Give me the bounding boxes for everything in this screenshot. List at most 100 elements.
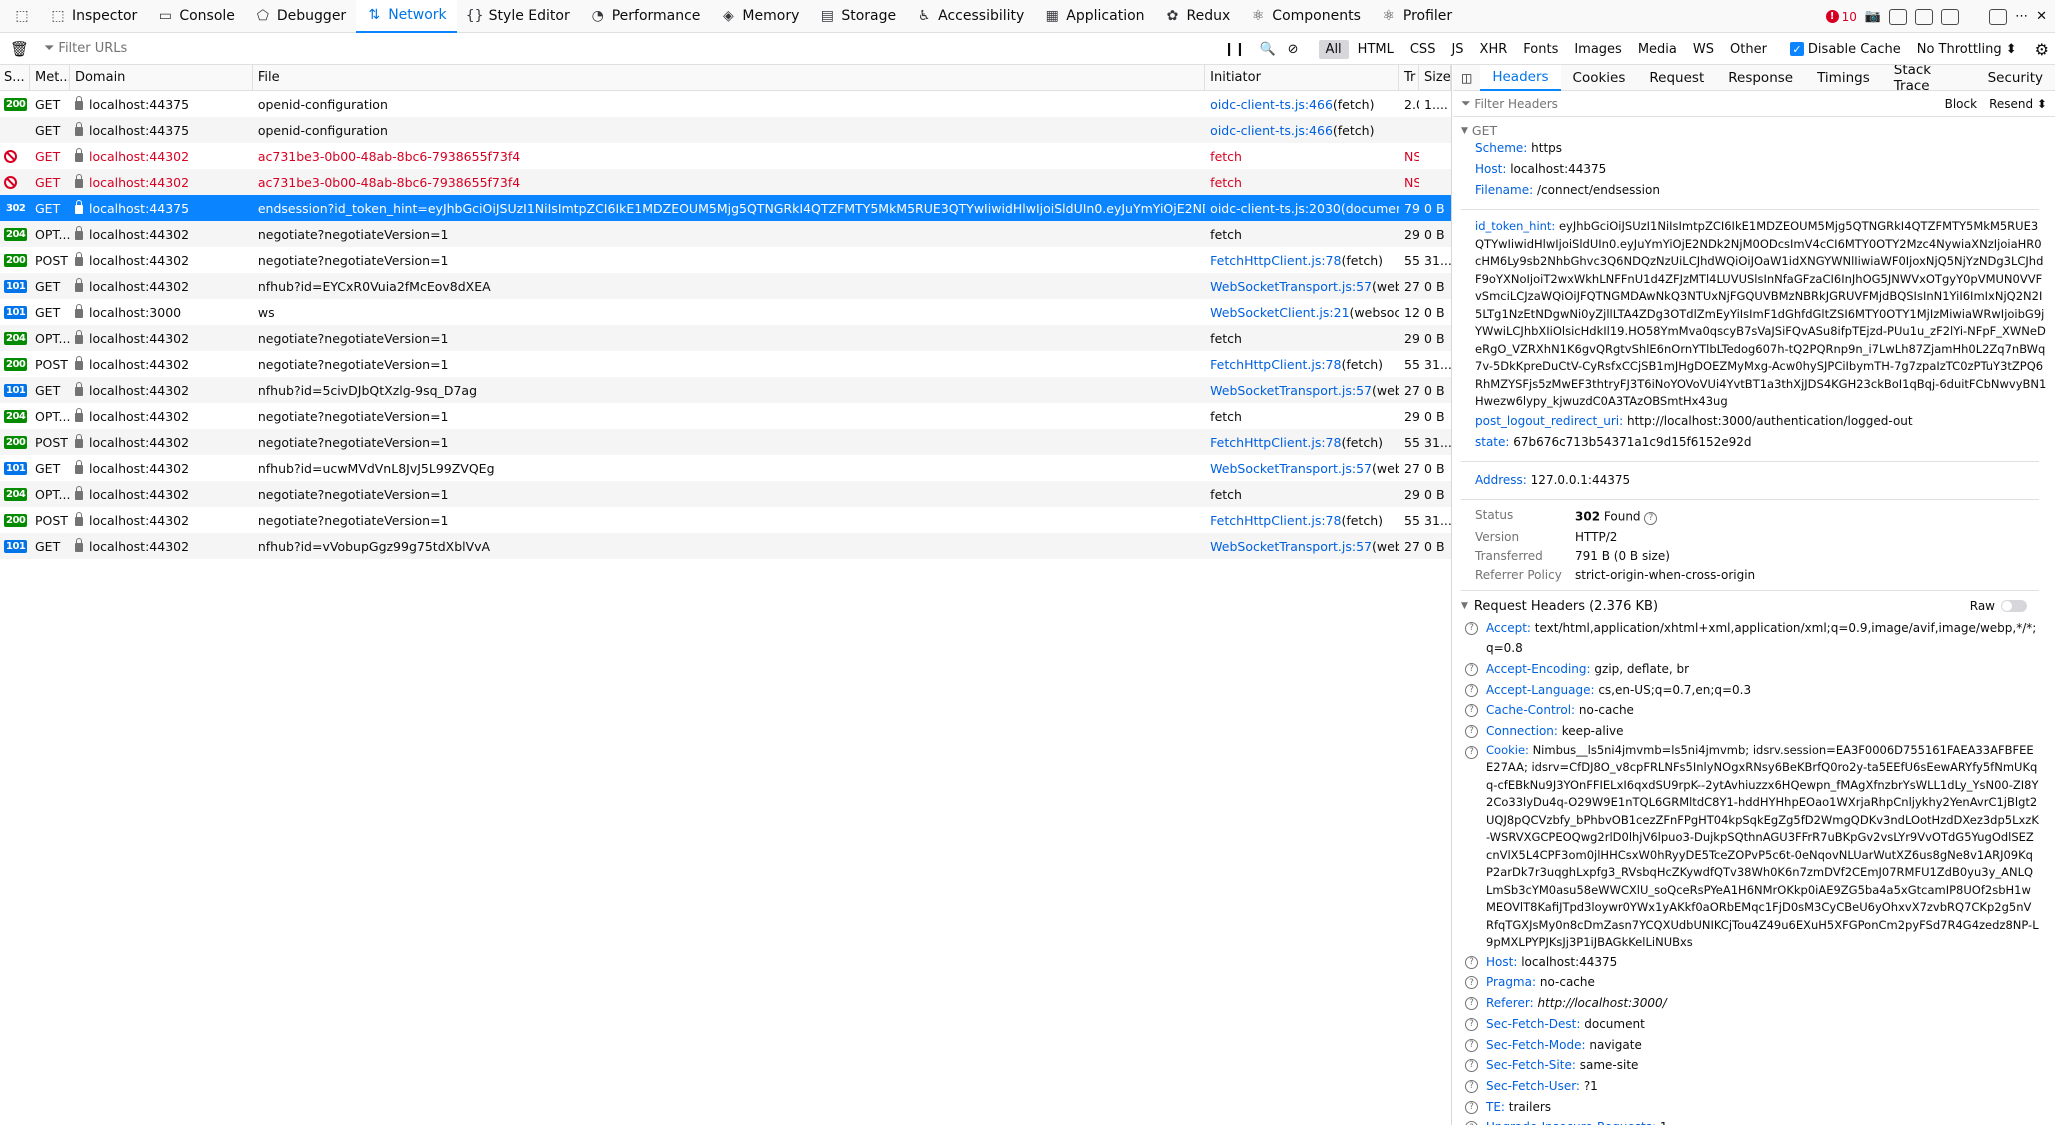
help-icon[interactable]: ? xyxy=(1465,704,1478,718)
filter-type-media[interactable]: Media xyxy=(1631,40,1684,59)
initiator-link[interactable]: WebSocketTransport.js:57 xyxy=(1210,539,1372,554)
request-row[interactable]: 204 OPT... localhost:44302 negotiate?negoti… xyxy=(0,325,1451,351)
request-row[interactable]: 204 OPT... localhost:44302 negotiate?negoti… xyxy=(0,403,1451,429)
initiator-link[interactable]: oidc-client-ts.js:2030 xyxy=(1210,201,1341,216)
request-row[interactable]: 200 POST localhost:44302 negotiate?negotiat… xyxy=(0,247,1451,273)
initiator-link[interactable]: FetchHttpClient.js:78 xyxy=(1210,357,1341,372)
request-row[interactable]: 101 GET localhost:44302 nfhub?id=EYCxR0Vuia… xyxy=(0,273,1451,299)
block-button[interactable]: Block xyxy=(1945,97,1977,111)
initiator-link[interactable]: WebSocketTransport.js:57 xyxy=(1210,461,1372,476)
help-icon[interactable]: ? xyxy=(1465,997,1478,1011)
initiator-link[interactable]: WebSocketClient.js:21 xyxy=(1210,305,1349,320)
tab-stack-trace[interactable]: Stack Trace xyxy=(1882,65,1976,94)
close-icon[interactable]: ✕ xyxy=(2036,9,2047,24)
request-row[interactable]: GET localhost:44302 ac731be3-0b00-48ab-8bc… xyxy=(0,169,1451,195)
filter-type-xhr[interactable]: XHR xyxy=(1473,40,1515,59)
column-method[interactable]: Met... xyxy=(30,65,70,90)
search-icon[interactable]: 🔍 xyxy=(1259,42,1275,57)
initiator-link[interactable]: oidc-client-ts.js:466 xyxy=(1210,97,1333,112)
filter-type-ws[interactable]: WS xyxy=(1686,40,1721,59)
screenshot-icon[interactable]: 📷 xyxy=(1865,9,1881,24)
trash-icon[interactable]: 🗑 xyxy=(10,40,29,58)
help-icon[interactable]: ? xyxy=(1465,1079,1478,1093)
tool-tab-profiler[interactable]: ⚛ Profiler xyxy=(1371,0,1462,33)
tab-response[interactable]: Response xyxy=(1716,65,1805,91)
column-size[interactable]: Size xyxy=(1419,65,1452,90)
request-headers-toggle[interactable]: ▼ Request Headers (2.376 KB) Raw xyxy=(1461,599,2039,614)
initiator-link[interactable]: oidc-client-ts.js:466 xyxy=(1210,123,1333,138)
tab-headers[interactable]: Headers xyxy=(1480,65,1561,91)
help-icon[interactable]: ? xyxy=(1465,1121,1478,1125)
help-icon[interactable]: ? xyxy=(1465,745,1478,759)
frames-icon[interactable] xyxy=(1915,8,1934,25)
raw-switch[interactable] xyxy=(2001,600,2027,612)
request-row[interactable]: 200 GET localhost:44375 openid-configuratio… xyxy=(0,91,1451,117)
filter-type-js[interactable]: JS xyxy=(1444,40,1470,59)
help-icon[interactable]: ? xyxy=(1465,1059,1478,1073)
filter-type-other[interactable]: Other xyxy=(1723,40,1774,59)
raw-toggle[interactable]: Raw xyxy=(1970,599,2027,613)
filter-type-all[interactable]: All xyxy=(1318,39,1349,59)
initiator-link[interactable]: WebSocketTransport.js:57 xyxy=(1210,279,1372,294)
column-transferred[interactable]: Tr xyxy=(1399,65,1420,90)
pause-icon[interactable]: ❙❙ xyxy=(1224,42,1246,57)
filter-type-html[interactable]: HTML xyxy=(1351,40,1401,59)
filter-type-css[interactable]: CSS xyxy=(1403,40,1443,59)
initiator-link[interactable]: FetchHttpClient.js:78 xyxy=(1210,253,1341,268)
tool-tab-redux[interactable]: ✿ Redux xyxy=(1155,0,1241,33)
help-icon[interactable]: ? xyxy=(1465,662,1478,676)
tab-request[interactable]: Request xyxy=(1637,65,1716,91)
help-icon[interactable]: ? xyxy=(1465,976,1478,990)
tool-tab-accessibility[interactable]: ♿ Accessibility xyxy=(906,0,1034,33)
help-icon[interactable]: ? xyxy=(1465,683,1478,697)
help-icon[interactable]: ? xyxy=(1465,1100,1478,1114)
help-icon[interactable]: ? xyxy=(1465,955,1478,969)
resend-button[interactable]: Resend ⬍ xyxy=(1989,97,2047,111)
request-row[interactable]: 101 GET localhost:3000 ws WebSocketClient.js… xyxy=(0,299,1451,325)
request-row[interactable]: GET localhost:44375 openid-configuration oi… xyxy=(0,117,1451,143)
tool-tab-performance[interactable]: ◔ Performance xyxy=(580,0,711,33)
error-count-badge[interactable]: ! 10 xyxy=(1825,10,1857,24)
tool-tab-inspector[interactable]: ⬚ Inspector xyxy=(40,0,147,33)
tool-tab-application[interactable]: ▦ Application xyxy=(1034,0,1154,33)
filter-urls-input[interactable]: ⏷ Filter URLs xyxy=(44,41,1294,56)
request-row[interactable]: 101 GET localhost:44302 nfhub?id=ucwMVdVnL8… xyxy=(0,455,1451,481)
block-icon[interactable]: ⊘ xyxy=(1288,42,1299,57)
responsive-design-icon[interactable] xyxy=(1889,8,1908,25)
initiator-link[interactable]: WebSocketTransport.js:57 xyxy=(1210,383,1372,398)
request-row[interactable]: 204 OPT... localhost:44302 negotiate?negoti… xyxy=(0,221,1451,247)
request-row[interactable]: 101 GET localhost:44302 nfhub?id=5civDJbQtX… xyxy=(0,377,1451,403)
tool-tab-debugger[interactable]: ⬠ Debugger xyxy=(245,0,356,33)
ruler-icon[interactable] xyxy=(1941,8,1960,25)
column-domain[interactable]: Domain xyxy=(70,65,253,90)
get-section-toggle[interactable]: ▼ GET xyxy=(1461,123,2039,138)
help-icon[interactable]: ? xyxy=(1644,511,1658,525)
help-icon[interactable]: ? xyxy=(1465,725,1478,739)
help-icon[interactable]: ? xyxy=(1465,1017,1478,1031)
disable-cache-checkbox[interactable]: ✓ Disable Cache xyxy=(1789,42,1901,57)
request-row[interactable]: 200 POST localhost:44302 negotiate?negotiat… xyxy=(0,351,1451,377)
toggle-panel-icon[interactable]: ◫ xyxy=(1453,71,1480,85)
filter-headers-input[interactable]: ⏷ Filter Headers Block Resend ⬍ xyxy=(1453,91,2055,117)
request-row[interactable]: 204 OPT... localhost:44302 negotiate?negoti… xyxy=(0,481,1451,507)
element-picker-button[interactable]: ⬚ xyxy=(4,0,40,33)
column-initiator[interactable]: Initiator xyxy=(1205,65,1400,90)
request-row[interactable]: 302 GET localhost:44375 endsession?id_token… xyxy=(0,195,1451,221)
more-menu-icon[interactable]: ⋯ xyxy=(2015,9,2028,24)
throttling-select[interactable]: No Throttling ⬍ xyxy=(1917,42,2017,57)
filter-type-fonts[interactable]: Fonts xyxy=(1516,40,1565,59)
filter-type-images[interactable]: Images xyxy=(1567,40,1629,59)
tab-cookies[interactable]: Cookies xyxy=(1561,65,1638,91)
tool-tab-console[interactable]: ▭ Console xyxy=(147,0,245,33)
initiator-link[interactable]: FetchHttpClient.js:78 xyxy=(1210,513,1341,528)
request-row[interactable]: GET localhost:44302 ac731be3-0b00-48ab-8bc… xyxy=(0,143,1451,169)
tool-tab-memory[interactable]: ◈ Memory xyxy=(710,0,809,33)
help-icon[interactable]: ? xyxy=(1465,1038,1478,1052)
tool-tab-network[interactable]: ⇅ Network xyxy=(356,0,457,33)
request-row[interactable]: 101 GET localhost:44302 nfhub?id=vVobupGgz9… xyxy=(0,533,1451,559)
tab-timings[interactable]: Timings xyxy=(1805,65,1882,91)
column-file[interactable]: File xyxy=(253,65,1206,90)
column-status[interactable]: S... xyxy=(0,65,30,90)
settings-gear-icon[interactable]: ⚙ xyxy=(2035,40,2049,59)
request-row[interactable]: 200 POST localhost:44302 negotiate?negotiat… xyxy=(0,507,1451,533)
